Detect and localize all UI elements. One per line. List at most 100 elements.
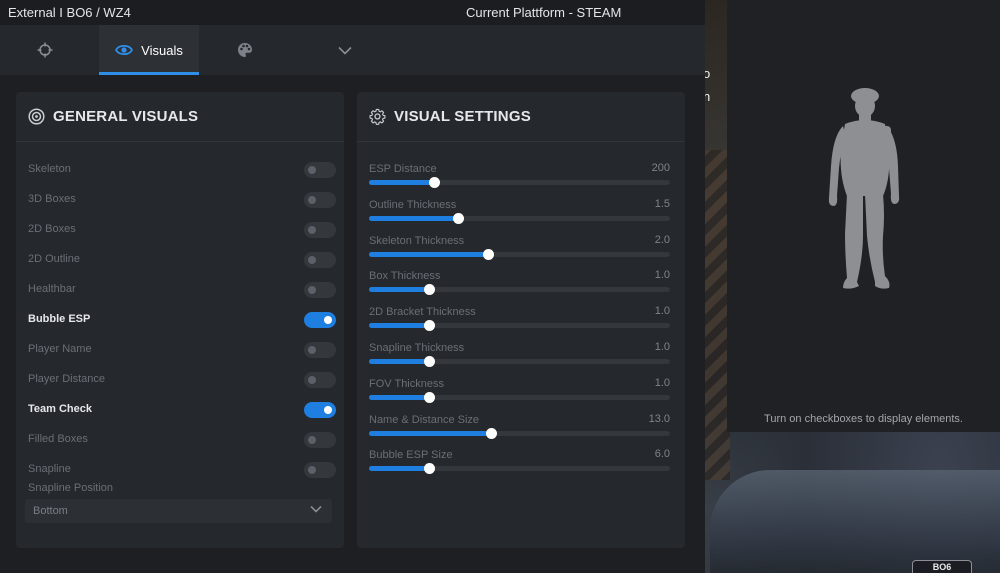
- option-label: 2D Outline: [28, 253, 80, 265]
- tab-aimbot[interactable]: [20, 25, 70, 75]
- slider-row: Snapline Thickness 1.0: [369, 341, 670, 372]
- option-toggle[interactable]: [304, 222, 336, 238]
- toggle-knob: [324, 406, 332, 414]
- option-row[interactable]: Filled Boxes: [28, 430, 336, 450]
- slider-track[interactable]: [369, 463, 670, 475]
- slider-fill: [369, 180, 434, 185]
- general-visuals-header: GENERAL VISUALS: [16, 92, 344, 142]
- option-toggle[interactable]: [304, 162, 336, 178]
- slider-fill: [369, 466, 429, 472]
- window-title: External I BO6 / WZ4: [8, 5, 131, 20]
- chevron-down-icon: [338, 46, 352, 55]
- slider-row: ESP Distance 200: [369, 162, 670, 193]
- slider-track[interactable]: [369, 284, 670, 296]
- option-row[interactable]: Player Distance: [28, 370, 336, 390]
- slider-label: Name & Distance Size: [369, 413, 480, 426]
- slider-label: 2D Bracket Thickness: [369, 306, 476, 319]
- option-label: Bubble ESP: [28, 313, 91, 325]
- title-bar[interactable]: External I BO6 / WZ4 Current Plattform -…: [0, 0, 705, 25]
- slider-row: 2D Bracket Thickness 1.0: [369, 305, 670, 336]
- cheat-menu-window: External I BO6 / WZ4 Current Plattform -…: [0, 0, 705, 573]
- slider-track[interactable]: [369, 356, 670, 367]
- option-toggle[interactable]: [304, 342, 336, 358]
- slider-thumb[interactable]: [423, 391, 435, 403]
- tab-bar: Visuals: [0, 25, 705, 75]
- option-label: Snapline: [28, 463, 71, 475]
- slider-thumb[interactable]: [423, 284, 435, 296]
- visual-settings-header: VISUAL SETTINGS: [357, 92, 685, 142]
- option-label: 3D Boxes: [28, 193, 76, 205]
- slider-thumb[interactable]: [428, 177, 440, 188]
- toggle-knob: [324, 316, 332, 324]
- toggle-knob: [308, 226, 316, 234]
- option-toggle[interactable]: [304, 282, 336, 298]
- slider-track[interactable]: [369, 320, 670, 332]
- slider-label: Skeleton Thickness: [369, 234, 465, 247]
- slider-label: Snapline Thickness: [369, 342, 465, 354]
- slider-value: 1.0: [654, 376, 670, 389]
- option-row[interactable]: 2D Outline: [28, 250, 336, 270]
- option-row[interactable]: Healthbar: [28, 280, 336, 300]
- slider-value: 2.0: [654, 233, 670, 246]
- slider-track[interactable]: [369, 248, 670, 260]
- visual-settings-panel: VISUAL SETTINGS ESP Distance 200 Outline T…: [357, 92, 685, 548]
- option-row[interactable]: Player Name: [28, 340, 336, 360]
- tab-colors[interactable]: [220, 25, 270, 75]
- slider-track[interactable]: [369, 427, 670, 439]
- game-logo-badge: BO6: [912, 560, 972, 573]
- option-toggle[interactable]: [304, 402, 336, 418]
- option-row[interactable]: Team Check: [28, 400, 336, 420]
- crosshair-icon: [37, 42, 53, 58]
- slider-thumb[interactable]: [485, 427, 497, 439]
- chevron-down-icon: [310, 505, 322, 513]
- slider-value: 1.0: [654, 305, 670, 318]
- eye-icon: [115, 44, 134, 56]
- slider-row: FOV Thickness 1.0: [369, 376, 670, 408]
- option-toggle[interactable]: [304, 432, 336, 448]
- option-label: Player Name: [28, 343, 92, 355]
- option-row[interactable]: Skeleton: [28, 160, 336, 180]
- slider-track[interactable]: [369, 391, 670, 403]
- toggle-knob: [308, 436, 316, 444]
- slider-label: FOV Thickness: [369, 377, 444, 390]
- slider-fill: [369, 287, 429, 293]
- option-toggle[interactable]: [304, 252, 336, 268]
- gear-icon: [369, 108, 386, 125]
- option-label: 2D Boxes: [28, 223, 76, 235]
- option-toggle[interactable]: [304, 372, 336, 388]
- slider-value: 200: [651, 162, 670, 174]
- option-row[interactable]: Bubble ESP: [28, 310, 336, 330]
- player-silhouette-icon: [828, 88, 900, 289]
- snapline-position-label: Snapline Position: [28, 482, 114, 494]
- toggle-knob: [308, 466, 316, 474]
- panel-title: VISUAL SETTINGS: [394, 108, 531, 125]
- slider-fill: [369, 251, 488, 257]
- option-toggle[interactable]: [304, 462, 336, 478]
- option-row[interactable]: Snapline: [28, 460, 336, 480]
- slider-track[interactable]: [369, 212, 670, 224]
- toggle-knob: [308, 256, 316, 264]
- snapline-position-select[interactable]: Bottom: [25, 499, 332, 523]
- slider-label: Outline Thickness: [369, 198, 457, 211]
- slider-thumb[interactable]: [482, 248, 494, 260]
- general-visuals-panel: GENERAL VISUALS Skeleton 3D Boxes 2D Boxes…: [16, 92, 344, 548]
- option-label: Player Distance: [28, 373, 106, 385]
- option-row[interactable]: 3D Boxes: [28, 190, 336, 210]
- slider-fill: [369, 323, 429, 329]
- slider-thumb[interactable]: [423, 356, 435, 367]
- slider-track[interactable]: [369, 177, 670, 188]
- panel-title: GENERAL VISUALS: [53, 108, 199, 125]
- slider-thumb[interactable]: [423, 320, 435, 332]
- tab-visuals[interactable]: Visuals: [99, 25, 199, 75]
- option-row[interactable]: 2D Boxes: [28, 220, 336, 240]
- option-toggle[interactable]: [304, 192, 336, 208]
- slider-value: 6.0: [654, 448, 670, 461]
- option-toggle[interactable]: [304, 312, 336, 328]
- tab-more-dropdown[interactable]: [320, 25, 370, 75]
- slider-thumb[interactable]: [423, 463, 435, 475]
- slider-row: Bubble ESP Size 6.0: [369, 448, 670, 479]
- slider-row: Box Thickness 1.0: [369, 269, 670, 300]
- slider-label: Box Thickness: [369, 270, 441, 283]
- toggle-knob: [308, 166, 316, 174]
- slider-thumb[interactable]: [453, 212, 465, 224]
